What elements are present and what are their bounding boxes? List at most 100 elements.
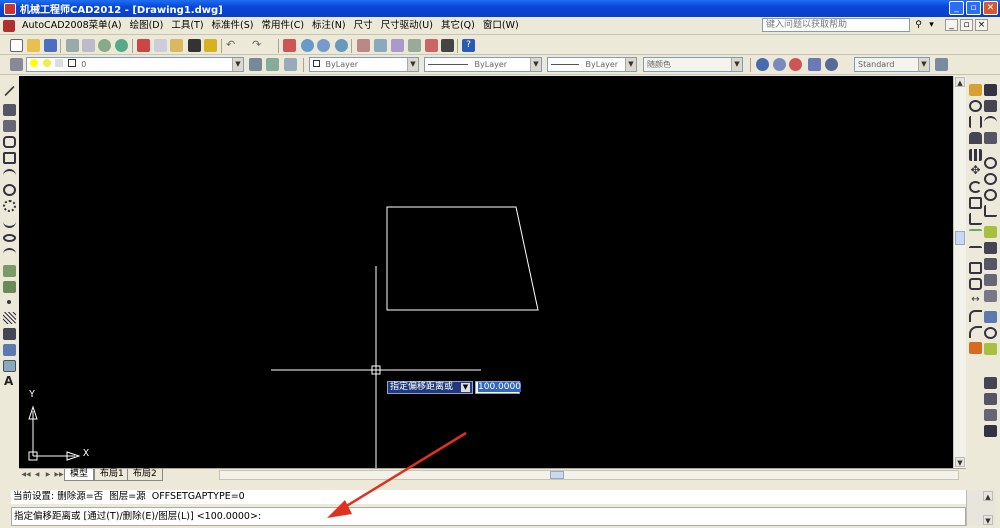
scroll-thumb[interactable] xyxy=(550,471,564,479)
ellipse-arc-icon[interactable] xyxy=(3,248,16,260)
dim-diameter-icon[interactable] xyxy=(984,189,997,201)
menu-other[interactable]: 其它(Q) xyxy=(437,18,479,34)
trapezoid-shape[interactable] xyxy=(386,206,539,311)
open-folder-icon[interactable] xyxy=(27,39,40,52)
dim-break-icon[interactable] xyxy=(984,290,997,302)
doc-minimize-button[interactable]: _ xyxy=(945,19,958,31)
menu-standard-parts[interactable]: 标准件(S) xyxy=(208,18,258,34)
menu-tools[interactable]: 工具(T) xyxy=(167,18,207,34)
minimize-button[interactable]: _ xyxy=(949,1,964,15)
dim-linear-icon[interactable] xyxy=(984,84,997,96)
move-icon[interactable]: ✥ xyxy=(969,164,982,177)
dim-radius-icon[interactable] xyxy=(984,157,997,169)
polygon-icon[interactable] xyxy=(3,136,16,148)
block-editor-icon[interactable] xyxy=(204,39,217,52)
command-scrollbar[interactable]: ▲ ▼ xyxy=(966,490,996,526)
help-search-input[interactable]: 键入问题以获取帮助 xyxy=(762,18,910,32)
tab-layout1[interactable]: 布局1 xyxy=(94,469,130,481)
menu-dimension[interactable]: 标注(N) xyxy=(308,18,350,34)
hatch-icon[interactable] xyxy=(3,312,16,324)
print-preview-icon[interactable] xyxy=(82,39,95,52)
menu-window[interactable]: 窗口(W) xyxy=(479,18,523,34)
erase-icon[interactable] xyxy=(969,84,982,96)
design-center-icon[interactable] xyxy=(374,39,387,52)
tab-model[interactable]: 模型 xyxy=(64,469,95,481)
trim-icon[interactable] xyxy=(969,229,982,241)
dim-angular-icon[interactable] xyxy=(984,205,997,217)
help-icon[interactable]: ? xyxy=(462,39,475,52)
dim-aligned-icon[interactable] xyxy=(984,100,997,112)
dim-jogged-linear-icon[interactable] xyxy=(984,377,997,389)
arc-icon[interactable] xyxy=(3,169,16,181)
tool-palettes-icon[interactable] xyxy=(391,39,404,52)
rotate-icon[interactable] xyxy=(969,181,982,193)
zoom-previous-icon[interactable] xyxy=(335,39,348,52)
tolerance-icon[interactable] xyxy=(984,311,997,323)
pin-delete-icon[interactable] xyxy=(789,58,802,71)
properties-icon[interactable] xyxy=(357,39,370,52)
first-tab-icon[interactable]: ◀◀ xyxy=(21,470,31,480)
line-icon[interactable] xyxy=(4,85,15,97)
menu-common-parts[interactable]: 常用件(C) xyxy=(258,18,309,34)
doc-restore-button[interactable]: ▫ xyxy=(960,19,973,31)
gradient-icon[interactable] xyxy=(3,328,16,340)
multiline-text-icon[interactable]: A xyxy=(4,374,13,388)
region-icon[interactable] xyxy=(3,344,16,356)
text-style-manager-icon[interactable] xyxy=(935,58,948,71)
fillet-arc-icon[interactable] xyxy=(969,326,982,338)
linetype-select[interactable]: ByLayer ▼ xyxy=(424,57,542,72)
horizontal-scrollbar[interactable] xyxy=(219,470,959,480)
pan-icon[interactable] xyxy=(283,39,296,52)
tab-layout2[interactable]: 布局2 xyxy=(127,469,163,481)
calculator-icon[interactable] xyxy=(441,39,454,52)
text-style-select[interactable]: Standard ▼ xyxy=(854,57,930,72)
zoom-realtime-icon[interactable] xyxy=(301,39,314,52)
array-icon[interactable] xyxy=(969,149,982,161)
match-properties-icon[interactable] xyxy=(188,39,201,52)
cut-icon[interactable] xyxy=(137,39,150,52)
dropdown-arrow-icon[interactable]: ▼ xyxy=(461,383,470,392)
maximize-button[interactable]: ▫ xyxy=(966,1,981,15)
insert-block-icon[interactable] xyxy=(3,265,16,277)
pin-icon[interactable] xyxy=(756,58,769,71)
dim-jogged-icon[interactable] xyxy=(984,173,997,185)
dim-arc-icon[interactable] xyxy=(984,116,997,128)
undo-icon[interactable]: ↶ xyxy=(226,39,239,52)
point-icon[interactable] xyxy=(7,300,11,304)
last-tab-icon[interactable]: ▶▶ xyxy=(54,470,64,480)
scroll-up-icon[interactable]: ▲ xyxy=(955,77,965,87)
doc-close-button[interactable]: × xyxy=(975,19,988,31)
dynamic-input-field[interactable]: 100.0000 xyxy=(475,381,521,394)
scroll-down-icon[interactable]: ▼ xyxy=(983,515,993,525)
menu-size[interactable]: 尺寸 xyxy=(350,18,377,34)
make-layer-current-icon[interactable] xyxy=(249,58,262,71)
menu-draw[interactable]: 绘图(D) xyxy=(126,18,168,34)
stretch-icon[interactable] xyxy=(969,213,982,225)
scroll-up-icon[interactable]: ▲ xyxy=(983,491,993,501)
break-icon[interactable] xyxy=(969,262,982,274)
dim-ordinate-icon[interactable] xyxy=(984,132,997,144)
search-icon[interactable]: ⚲ xyxy=(912,19,925,32)
vertical-scrollbar[interactable]: ▲ ▼ xyxy=(953,76,966,468)
3d-dwf-icon[interactable] xyxy=(115,39,128,52)
menu-autocad2008[interactable]: AutoCAD2008菜单(A) xyxy=(18,18,126,34)
center-mark-icon[interactable] xyxy=(984,327,997,339)
menu-dimension-drive[interactable]: 尺寸驱动(U) xyxy=(377,18,437,34)
layer-select[interactable]: 0 ▼ xyxy=(26,57,244,72)
close-button[interactable]: ✕ xyxy=(983,1,998,15)
save-icon[interactable] xyxy=(44,39,57,52)
next-tab-icon[interactable]: ▶ xyxy=(43,470,53,480)
dim-text-edit-icon[interactable] xyxy=(984,409,997,421)
dim-inspect-icon[interactable] xyxy=(984,343,997,355)
scroll-thumb[interactable] xyxy=(955,231,965,245)
markup-icon[interactable] xyxy=(425,39,438,52)
rectangle-icon[interactable] xyxy=(3,152,16,164)
scale-icon[interactable] xyxy=(969,197,982,209)
dim-space-icon[interactable] xyxy=(984,274,997,286)
layer-states-icon[interactable] xyxy=(284,58,297,71)
explode-icon[interactable] xyxy=(969,342,982,354)
drawing-canvas[interactable]: Y X 指定偏移距离或 ▼ 100.0000 xyxy=(19,76,953,468)
print-icon[interactable] xyxy=(66,39,79,52)
layer-previous-icon[interactable] xyxy=(266,58,279,71)
sheet-set-icon[interactable] xyxy=(408,39,421,52)
